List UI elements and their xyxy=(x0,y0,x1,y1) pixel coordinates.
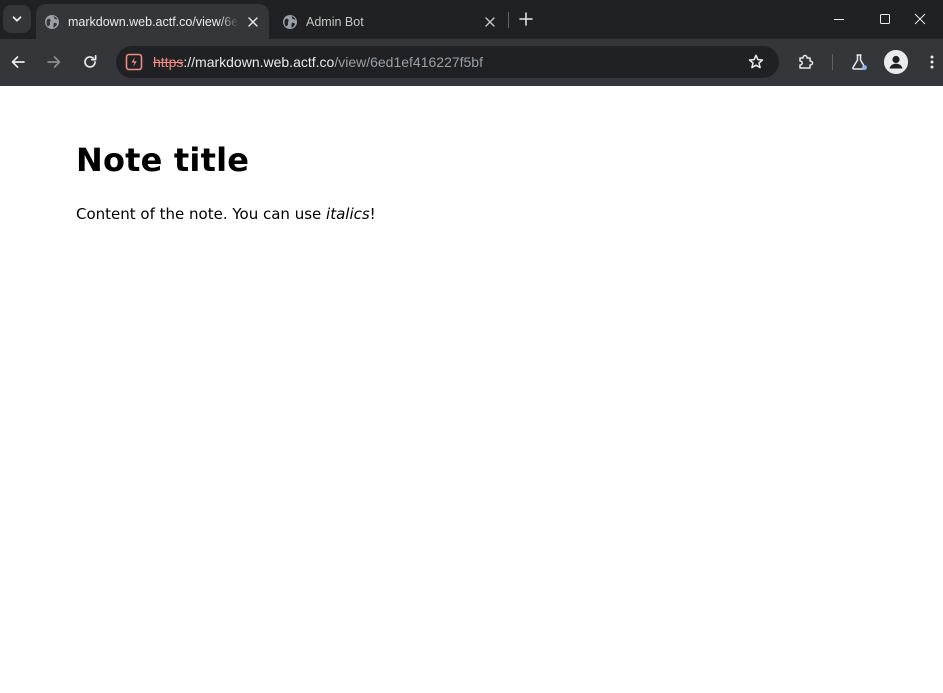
plus-icon xyxy=(519,12,533,26)
close-icon xyxy=(485,16,495,27)
forward-button[interactable] xyxy=(40,48,68,76)
site-info-button[interactable] xyxy=(124,52,144,72)
person-icon xyxy=(884,50,908,74)
minimize-button[interactable] xyxy=(816,0,862,37)
close-icon xyxy=(248,16,258,27)
tab-admin-bot[interactable]: Admin Bot xyxy=(274,4,506,39)
puzzle-icon xyxy=(799,54,814,69)
bookmark-button[interactable] xyxy=(745,51,767,73)
close-window-button[interactable] xyxy=(897,0,943,37)
menu-button[interactable] xyxy=(918,48,943,76)
arrow-right-icon xyxy=(47,56,61,68)
globe-icon xyxy=(45,14,59,29)
more-vert-icon xyxy=(930,55,934,69)
not-secure-icon xyxy=(125,53,143,71)
tab-title: Admin Bot xyxy=(306,14,364,29)
address-bar[interactable]: https://markdown.web.actf.co/view/6ed1ef… xyxy=(116,46,779,78)
profile-avatar[interactable] xyxy=(884,50,908,74)
tab-separator xyxy=(508,12,509,28)
tab-strip: markdown.web.actf.co/view/6ed1ef416227f5… xyxy=(0,0,943,39)
tab-markdown-note[interactable]: markdown.web.actf.co/view/6ed1ef416227f5… xyxy=(36,4,269,39)
note-title: Note title xyxy=(76,141,250,179)
close-icon xyxy=(914,13,926,24)
note-content-text: Content of the note. You can use xyxy=(76,205,327,223)
close-tab-button[interactable] xyxy=(480,12,500,32)
url-text[interactable]: https://markdown.web.actf.co/view/6ed1ef… xyxy=(153,46,483,78)
arrow-left-icon xyxy=(11,56,25,68)
back-button[interactable] xyxy=(4,48,32,76)
labs-button[interactable] xyxy=(845,48,873,76)
maximize-icon xyxy=(880,13,890,24)
toolbar-divider xyxy=(832,54,833,70)
globe-icon xyxy=(283,14,297,29)
note-content: Content of the note. You can use italics… xyxy=(76,205,376,223)
page-content: Note title Content of the note. You can … xyxy=(0,86,943,693)
note-content-italic: italics xyxy=(326,205,370,223)
star-icon xyxy=(748,54,764,69)
reload-button[interactable] xyxy=(76,48,104,76)
url-path: /view/6ed1ef416227f5bf xyxy=(334,54,483,70)
chevron-down-icon xyxy=(12,16,22,22)
reload-icon xyxy=(84,54,97,68)
url-host: ://markdown.web.actf.co xyxy=(183,54,335,70)
extensions-button[interactable] xyxy=(792,48,820,76)
browser-toolbar: https://markdown.web.actf.co/view/6ed1ef… xyxy=(0,39,943,86)
minimize-icon xyxy=(834,18,844,20)
tab-search-button[interactable] xyxy=(3,5,31,33)
tab-title: markdown.web.actf.co/view/6ed1ef416227f5… xyxy=(68,14,239,29)
new-tab-button[interactable] xyxy=(514,7,538,31)
url-scheme: https xyxy=(153,54,184,70)
note-content-end: ! xyxy=(369,205,376,223)
flask-icon xyxy=(852,54,867,70)
close-tab-button[interactable] xyxy=(243,12,263,32)
